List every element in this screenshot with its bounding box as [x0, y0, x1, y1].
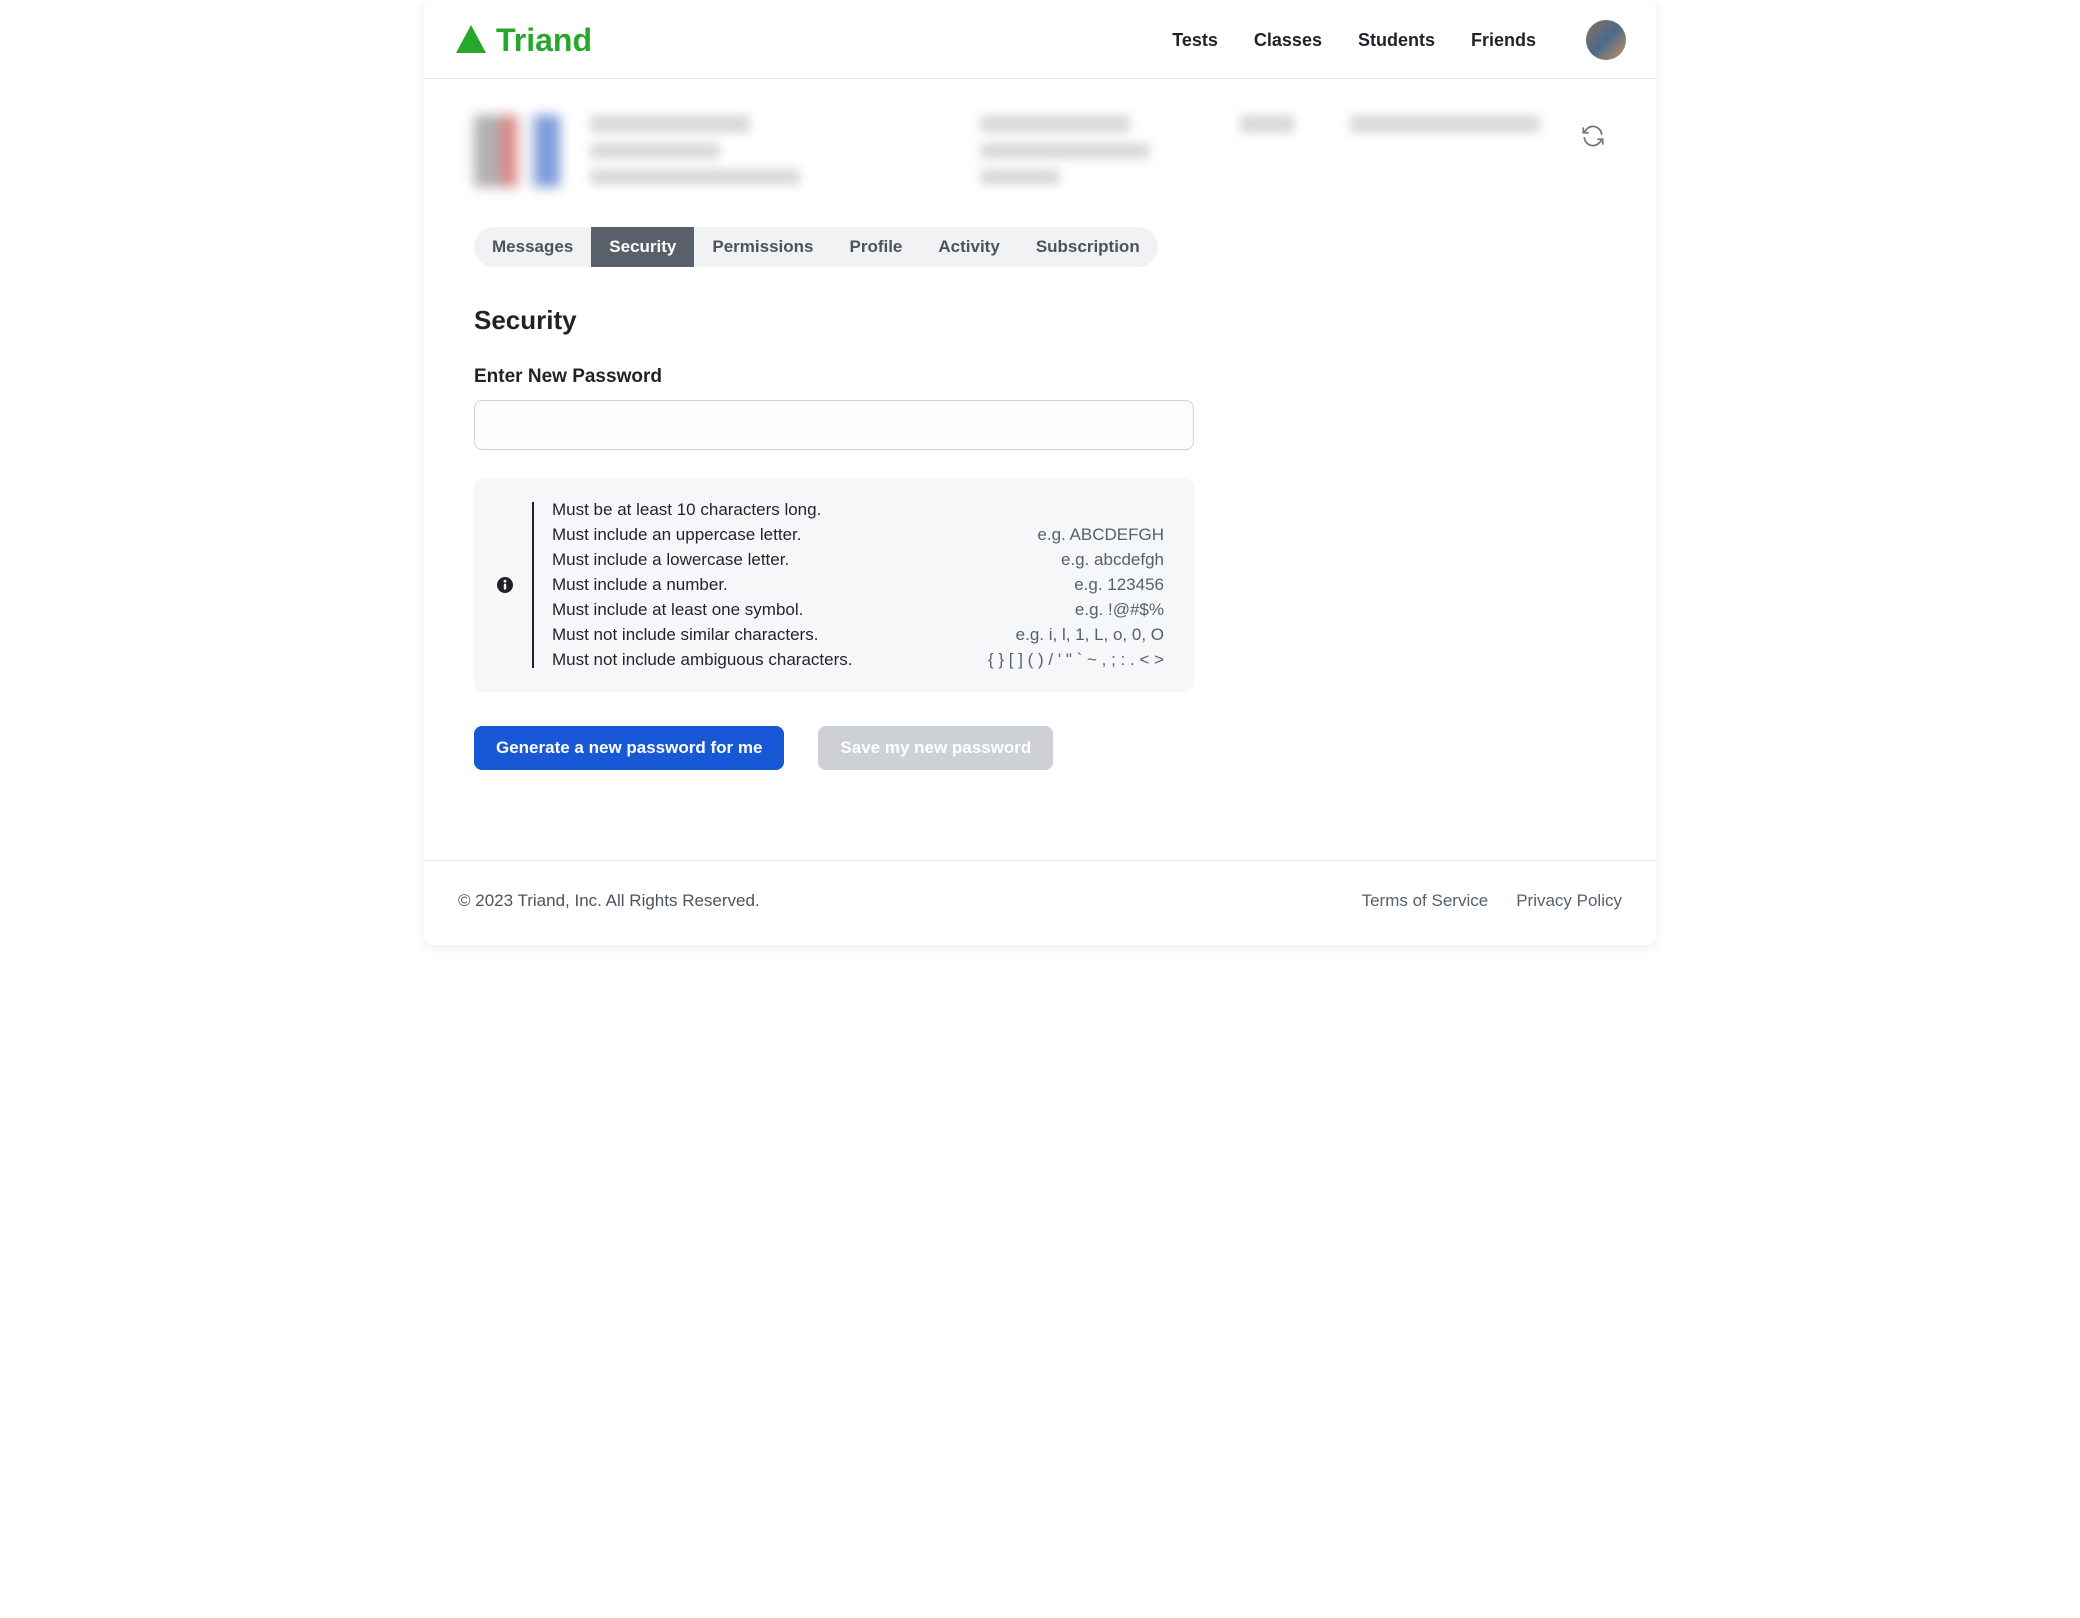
redacted-text: [980, 115, 1130, 133]
redacted-text: [1350, 115, 1540, 133]
header: Triand Tests Classes Students Friends: [424, 0, 1656, 79]
tab-permissions[interactable]: Permissions: [694, 227, 831, 267]
password-rule: Must include a lowercase letter. e.g. ab…: [552, 550, 1164, 570]
rule-text: Must include at least one symbol.: [552, 600, 803, 620]
password-rule: Must be at least 10 characters long.: [552, 500, 1164, 520]
generate-password-button[interactable]: Generate a new password for me: [474, 726, 784, 770]
nav-friends[interactable]: Friends: [1471, 30, 1536, 51]
redacted-text: [1240, 115, 1295, 133]
password-rule: Must include a number. e.g. 123456: [552, 575, 1164, 595]
nav-tests[interactable]: Tests: [1172, 30, 1218, 51]
rule-example: e.g. i, l, 1, L, o, 0, O: [1016, 625, 1164, 645]
tab-activity[interactable]: Activity: [920, 227, 1017, 267]
nav-students[interactable]: Students: [1358, 30, 1435, 51]
profile-column-1: [590, 115, 890, 185]
password-input[interactable]: [474, 400, 1194, 450]
password-label: Enter New Password: [474, 366, 1606, 388]
profile-column-3: [1240, 115, 1320, 133]
redacted-text: [590, 169, 800, 185]
info-icon: [496, 576, 514, 594]
rule-text: Must include a number.: [552, 575, 728, 595]
rule-example: e.g. abcdefgh: [1061, 550, 1164, 570]
password-rule: Must include at least one symbol. e.g. !…: [552, 600, 1164, 620]
tab-security[interactable]: Security: [591, 227, 694, 267]
redacted-text: [980, 169, 1060, 185]
rule-example: e.g. 123456: [1074, 575, 1164, 595]
password-rule: Must not include ambiguous characters. {…: [552, 650, 1164, 670]
footer: © 2023 Triand, Inc. All Rights Reserved.…: [424, 860, 1656, 945]
tab-subscription[interactable]: Subscription: [1018, 227, 1158, 267]
redacted-text: [590, 143, 720, 159]
button-row: Generate a new password for me Save my n…: [474, 726, 1606, 770]
password-rule: Must include an uppercase letter. e.g. A…: [552, 525, 1164, 545]
rule-text: Must not include similar characters.: [552, 625, 818, 645]
brand-name: Triand: [496, 22, 592, 59]
profile-summary: [424, 79, 1656, 197]
rule-text: Must include a lowercase letter.: [552, 550, 789, 570]
primary-nav: Tests Classes Students Friends: [1172, 20, 1626, 60]
profile-tabs: Messages Security Permissions Profile Ac…: [474, 227, 1158, 267]
rule-example: { } [ ] ( ) / ' " ` ~ , ; : . < >: [988, 650, 1164, 670]
rule-text: Must include an uppercase letter.: [552, 525, 801, 545]
profile-column-4: [1350, 115, 1550, 133]
user-avatar[interactable]: [1586, 20, 1626, 60]
rules-divider: [532, 502, 534, 668]
refresh-icon[interactable]: [1580, 123, 1606, 149]
footer-copyright: © 2023 Triand, Inc. All Rights Reserved.: [458, 891, 760, 911]
save-password-button[interactable]: Save my new password: [818, 726, 1053, 770]
tab-messages[interactable]: Messages: [474, 227, 591, 267]
security-section: Security Enter New Password Must be at l…: [424, 267, 1656, 810]
rule-example: e.g. ABCDEFGH: [1037, 525, 1164, 545]
redacted-text: [980, 143, 1150, 159]
profile-column-2: [980, 115, 1200, 185]
footer-privacy-link[interactable]: Privacy Policy: [1516, 891, 1622, 911]
tree-icon: [454, 23, 488, 57]
brand-logo[interactable]: Triand: [454, 22, 592, 59]
password-rule: Must not include similar characters. e.g…: [552, 625, 1164, 645]
redacted-text: [590, 115, 750, 133]
rule-example: e.g. !@#$%: [1075, 600, 1164, 620]
tab-profile[interactable]: Profile: [831, 227, 920, 267]
rule-text: Must not include ambiguous characters.: [552, 650, 853, 670]
rule-text: Must be at least 10 characters long.: [552, 500, 821, 520]
password-rules-list: Must be at least 10 characters long. Mus…: [552, 500, 1164, 670]
nav-classes[interactable]: Classes: [1254, 30, 1322, 51]
profile-photo: [474, 115, 560, 187]
section-heading: Security: [474, 305, 1606, 336]
password-rules-box: Must be at least 10 characters long. Mus…: [474, 478, 1194, 692]
footer-terms-link[interactable]: Terms of Service: [1362, 891, 1489, 911]
